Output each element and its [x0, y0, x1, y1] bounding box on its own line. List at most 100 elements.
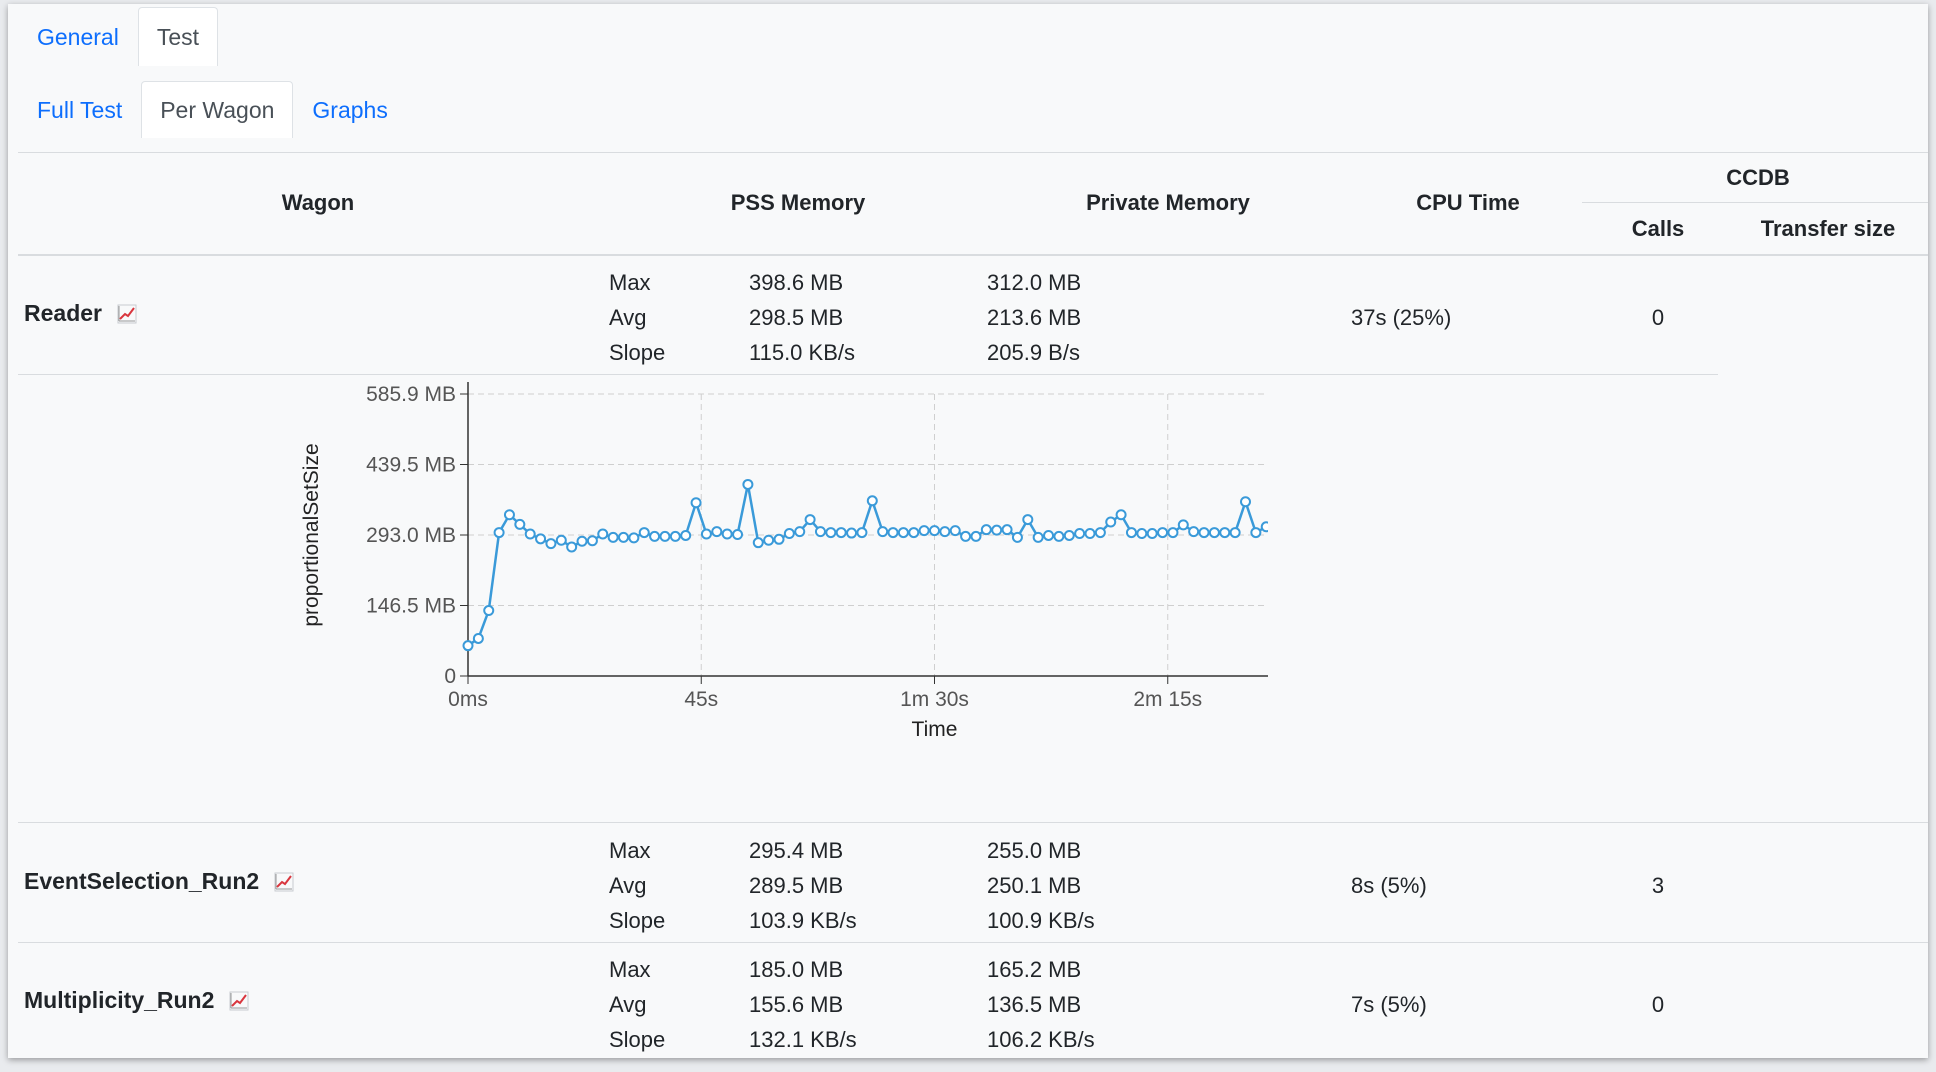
data-point [835, 527, 847, 539]
pss-avg: 298.5 MB [749, 305, 844, 330]
header-pss-memory[interactable]: PSS Memory [648, 190, 948, 216]
chart-line-icon[interactable] [228, 990, 250, 1012]
data-point [462, 640, 474, 652]
ccdb-header-divider [1582, 202, 1928, 203]
data-point [763, 534, 775, 546]
tab-full-test[interactable]: Full Test [18, 81, 141, 138]
header-ccdb: CCDB [1726, 165, 1790, 190]
data-point [1198, 527, 1210, 539]
pss-slope: 132.1 KB/s [749, 1027, 857, 1052]
header-private-memory[interactable]: Private Memory [1008, 190, 1328, 216]
series-line [467, 484, 1268, 647]
stat-label-max: Max [609, 957, 651, 982]
data-point [939, 526, 951, 538]
data-point [638, 527, 650, 539]
x-tick-label: 45s [684, 688, 718, 711]
data-point [897, 527, 909, 539]
private-max: 165.2 MB [987, 957, 1082, 982]
data-point [721, 528, 733, 540]
data-point [1250, 527, 1262, 539]
data-point [1219, 527, 1231, 539]
data-point [607, 531, 619, 543]
header-ccdb-transfer-size[interactable]: Transfer size [1728, 216, 1928, 242]
data-point [970, 530, 982, 542]
private-slope: 100.9 KB/s [987, 908, 1095, 933]
data-point [566, 541, 578, 553]
wagon-row-reader: Reader [24, 300, 138, 327]
pss-avg: 155.6 MB [749, 992, 844, 1017]
chart-line-icon[interactable] [273, 871, 295, 893]
cpu-time: 7s (5%) [1351, 992, 1427, 1017]
pss-avg: 289.5 MB [749, 873, 844, 898]
stat-label-slope: Slope [609, 908, 666, 933]
private-max: 255.0 MB [987, 838, 1082, 863]
header-bottom-border [18, 254, 1928, 256]
data-point [503, 509, 515, 521]
tab-test[interactable]: Test [137, 7, 219, 66]
data-point [483, 605, 495, 617]
data-point [908, 527, 920, 539]
top-tabs: General Test [18, 4, 219, 66]
data-point [1011, 531, 1023, 543]
data-point [576, 535, 588, 547]
data-point [545, 538, 557, 550]
data-point [1167, 527, 1179, 539]
private-avg: 136.5 MB [987, 992, 1082, 1017]
pss-memory-chart: 0ms45s1m 30s2m 15s3m0146.5 MB293.0 MB439… [300, 382, 1268, 741]
private-avg: 250.1 MB [987, 873, 1082, 898]
data-point [773, 533, 785, 545]
data-point [680, 529, 692, 541]
pss-max: 398.6 MB [749, 270, 844, 295]
wagon-row-eventselection-run2: EventSelection_Run2 [24, 868, 295, 895]
tab-graphs[interactable]: Graphs [293, 81, 406, 138]
sub-tabs: Full Test Per Wagon Graphs [18, 76, 407, 138]
stat-label-slope: Slope [609, 340, 666, 365]
x-tick-label: 1m 30s [900, 688, 969, 711]
y-tick-label: 439.5 MB [366, 454, 456, 477]
stat-label-max: Max [609, 838, 651, 863]
data-point [887, 527, 899, 539]
wagon-name: EventSelection_Run2 [24, 868, 260, 894]
data-point [1032, 531, 1044, 543]
data-point [856, 527, 868, 539]
data-point [1053, 530, 1065, 542]
data-point [825, 527, 837, 539]
header-wagon[interactable]: Wagon [188, 190, 448, 216]
private-slope: 205.9 B/s [987, 340, 1080, 365]
data-point [960, 530, 972, 542]
x-tick-label: 0ms [448, 688, 488, 711]
data-point [1063, 529, 1075, 541]
data-point [1125, 527, 1137, 539]
wagon-name: Reader [24, 300, 102, 326]
pss-max: 295.4 MB [749, 838, 844, 863]
data-point [1022, 514, 1034, 526]
data-point [846, 527, 858, 539]
tab-per-wagon[interactable]: Per Wagon [141, 81, 294, 138]
stat-label-avg: Avg [609, 992, 647, 1017]
data-point [866, 495, 878, 507]
data-point [877, 526, 889, 538]
data-point [535, 533, 547, 545]
data-point [752, 537, 764, 549]
chart-line-icon[interactable] [116, 303, 138, 325]
data-point [1074, 528, 1086, 540]
data-point [949, 525, 961, 537]
data-point [794, 526, 806, 538]
data-point [1001, 524, 1013, 536]
header-cpu-time[interactable]: CPU Time [1338, 190, 1598, 216]
stat-label-slope: Slope [609, 1027, 666, 1052]
data-point [1115, 509, 1127, 521]
data-point [514, 518, 526, 530]
y-tick-label: 0 [444, 665, 456, 688]
data-point [659, 530, 671, 542]
data-point [690, 497, 702, 509]
pss-max: 185.0 MB [749, 957, 844, 982]
tab-general[interactable]: General [18, 7, 138, 66]
data-point [1240, 496, 1251, 508]
header-ccdb-calls[interactable]: Calls [1588, 216, 1728, 242]
data-point [597, 528, 609, 540]
data-point [804, 514, 816, 526]
ccdb-calls: 0 [1651, 992, 1665, 1017]
data-point [783, 528, 795, 540]
data-point [814, 526, 826, 538]
